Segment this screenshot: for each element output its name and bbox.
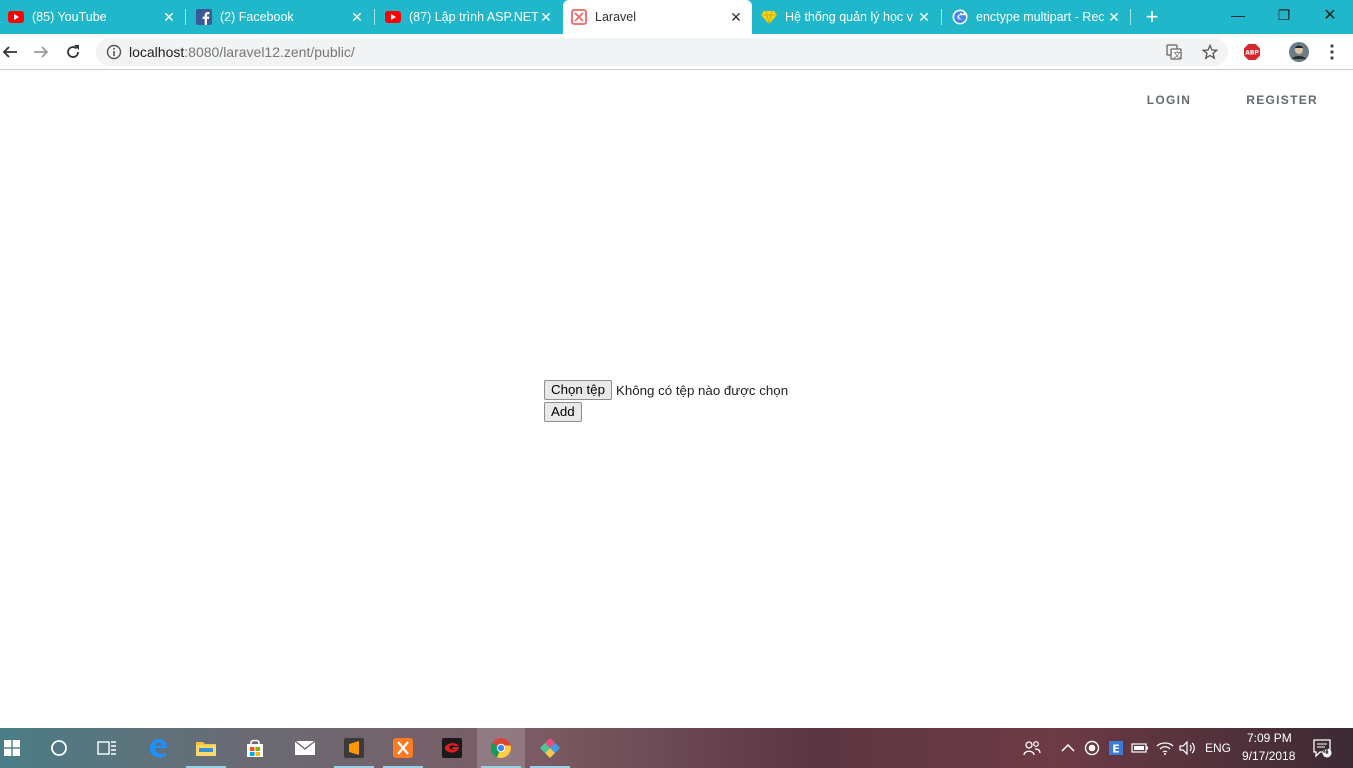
- task-view-button[interactable]: [83, 728, 131, 768]
- action-center-icon[interactable]: [1312, 738, 1332, 758]
- tab-title: Hệ thống quản lý học v: [785, 10, 913, 24]
- people-icon[interactable]: [1022, 738, 1042, 758]
- menu-kebab-icon[interactable]: [1320, 40, 1344, 64]
- taskbar-chrome[interactable]: [477, 728, 525, 768]
- forward-arrow-icon: [34, 46, 49, 58]
- store-bag-icon: [247, 739, 263, 757]
- chevron-up-icon[interactable]: [1058, 738, 1078, 758]
- login-link[interactable]: LOGIN: [1147, 93, 1192, 107]
- task-view-icon: [97, 741, 116, 755]
- tab-quan-ly-hoc[interactable]: Hệ thống quản lý học v ✕: [753, 0, 940, 34]
- browser-toolbar: localhost:8080/laravel12.zent/public/ 文 …: [0, 34, 1353, 70]
- chrome-icon: [490, 738, 511, 758]
- garena-icon: [442, 738, 462, 758]
- wifi-icon[interactable]: [1155, 738, 1175, 758]
- reload-icon: [67, 45, 79, 58]
- record-icon[interactable]: [1082, 738, 1102, 758]
- svg-text:ABP: ABP: [1245, 50, 1259, 57]
- youtube-icon: [385, 9, 401, 25]
- tab-facebook[interactable]: (2) Facebook ✕: [188, 0, 373, 34]
- url-text: localhost:8080/laravel12.zent/public/: [129, 44, 355, 60]
- xampp-icon: [393, 738, 413, 758]
- facebook-icon: [196, 9, 212, 25]
- tab-separator: [185, 9, 186, 25]
- windows-logo-icon: [4, 740, 20, 756]
- restore-button[interactable]: ❐: [1261, 0, 1307, 30]
- mail-envelope-icon: [294, 740, 316, 755]
- start-button[interactable]: [0, 728, 36, 768]
- taskbar-git-app[interactable]: [526, 728, 574, 768]
- git-diamond-icon: [540, 738, 560, 758]
- volume-icon[interactable]: [1178, 738, 1198, 758]
- clock-time[interactable]: 7:09 PM: [1247, 731, 1292, 745]
- tab-title: (85) YouTube: [32, 10, 107, 24]
- forward-button[interactable]: [29, 40, 53, 64]
- taskbar-file-explorer[interactable]: [182, 728, 230, 768]
- bookmark-star-icon[interactable]: [1202, 44, 1218, 60]
- close-tab-icon[interactable]: ✕: [916, 9, 932, 25]
- new-tab-button[interactable]: +: [1140, 4, 1164, 29]
- folder-icon: [196, 742, 216, 756]
- close-window-button[interactable]: ✕: [1307, 0, 1353, 30]
- youtube-icon: [8, 9, 24, 25]
- close-tab-icon[interactable]: ✕: [161, 9, 177, 25]
- address-bar[interactable]: localhost:8080/laravel12.zent/public/ 文: [96, 38, 1228, 66]
- upload-form: Chọn tệp Không có tệp nào được chọn Add: [544, 380, 788, 422]
- svg-text:E: E: [1112, 743, 1120, 756]
- notification-count: 4: [1323, 746, 1329, 757]
- clock-date[interactable]: 9/17/2018: [1242, 749, 1295, 763]
- taskbar-edge[interactable]: [134, 728, 182, 768]
- input-language[interactable]: ENG: [1205, 741, 1231, 755]
- profile-avatar[interactable]: [1287, 40, 1311, 64]
- translate-icon[interactable]: 文: [1166, 44, 1182, 60]
- back-button[interactable]: [0, 40, 22, 64]
- svg-text:文: 文: [1173, 50, 1181, 60]
- tab-enctype-google[interactable]: enctype multipart - Rec ✕: [944, 0, 1130, 34]
- tab-youtube[interactable]: (85) YouTube ✕: [0, 0, 185, 34]
- info-icon[interactable]: [106, 44, 122, 60]
- adblock-plus-icon[interactable]: ABP: [1240, 40, 1264, 64]
- file-status-text: Không có tệp nào được chọn: [615, 382, 789, 398]
- register-link[interactable]: REGISTER: [1246, 93, 1318, 107]
- back-arrow-icon: [2, 46, 17, 58]
- taskbar-xampp[interactable]: [379, 728, 427, 768]
- tab-strip: (85) YouTube ✕ (2) Facebook ✕ (87) Lập t…: [0, 0, 1353, 34]
- taskbar-garena[interactable]: [428, 728, 476, 768]
- minimize-button[interactable]: —: [1215, 0, 1261, 30]
- choose-file-button[interactable]: Chọn tệp: [544, 380, 612, 400]
- top-right-links: LOGIN REGISTER: [1147, 93, 1318, 107]
- tab-asp-net[interactable]: (87) Lập trình ASP.NET ✕: [377, 0, 562, 34]
- cortana-circle-icon: [51, 740, 67, 756]
- sublime-text-icon: [344, 738, 364, 758]
- file-input[interactable]: Chọn tệp Không có tệp nào được chọn: [544, 380, 788, 400]
- tab-title: (2) Facebook: [220, 10, 294, 24]
- taskbar-mail[interactable]: [281, 728, 329, 768]
- google-icon: [952, 9, 968, 25]
- close-tab-icon[interactable]: ✕: [538, 9, 554, 25]
- add-button[interactable]: Add: [544, 402, 582, 422]
- language-app-icon[interactable]: E: [1106, 738, 1126, 758]
- windows-taskbar: E ENG 7:09 PM 9/17/2018 4: [0, 728, 1353, 768]
- tab-title: Laravel: [595, 10, 636, 24]
- url-host: localhost: [129, 44, 185, 60]
- close-tab-icon[interactable]: ✕: [1106, 9, 1122, 25]
- taskbar-store[interactable]: [231, 728, 279, 768]
- taskbar-sublime-text[interactable]: [330, 728, 378, 768]
- close-tab-icon[interactable]: ✕: [728, 9, 744, 25]
- tab-separator: [1130, 9, 1131, 25]
- reload-button[interactable]: [61, 40, 85, 64]
- tab-separator: [374, 9, 375, 25]
- laravel-icon: [571, 9, 587, 25]
- url-path: :8080/laravel12.zent/public/: [184, 44, 355, 60]
- diamond-icon: [761, 9, 777, 25]
- cortana-search-button[interactable]: [35, 728, 83, 768]
- edge-icon: [150, 739, 167, 758]
- close-tab-icon[interactable]: ✕: [349, 9, 365, 25]
- tab-title: enctype multipart - Rec: [976, 10, 1105, 24]
- tab-title: (87) Lập trình ASP.NET: [409, 10, 538, 24]
- tab-separator: [941, 9, 942, 25]
- tab-laravel[interactable]: Laravel ✕: [563, 0, 752, 34]
- battery-icon[interactable]: [1130, 738, 1150, 758]
